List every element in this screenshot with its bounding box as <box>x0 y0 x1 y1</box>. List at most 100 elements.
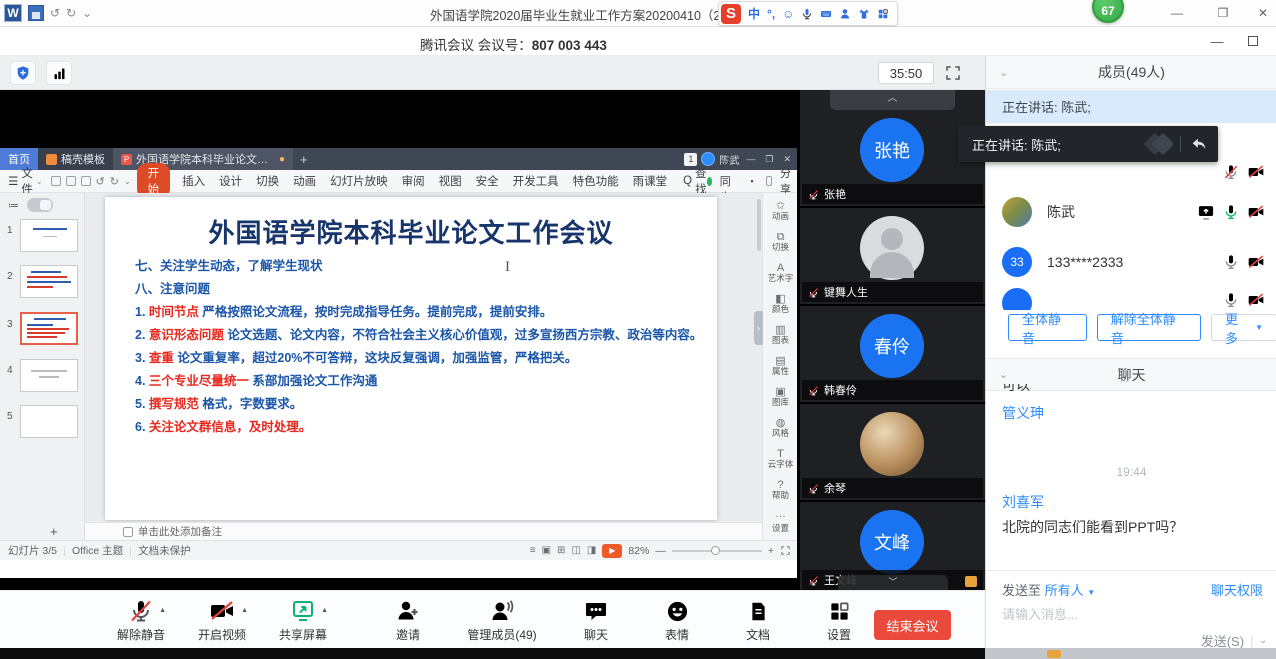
redo-icon[interactable]: ↻ <box>66 6 76 20</box>
outline-view-icon[interactable]: ≔ <box>8 199 19 212</box>
rail-style[interactable]: ◍风格 <box>763 418 798 438</box>
mic-off-icon[interactable] <box>1223 254 1239 270</box>
ribbon-tab-rain-classroom[interactable]: 雨课堂 <box>633 173 668 189</box>
voice-input-icon[interactable] <box>801 8 813 20</box>
mic-options-caret[interactable]: ▲ <box>159 607 166 614</box>
share-screen-button[interactable]: ▲ 共享屏幕 <box>274 598 332 643</box>
save-icon[interactable] <box>28 5 44 21</box>
strip-collapse-button[interactable]: ︿ <box>830 90 955 110</box>
settings-button[interactable]: 设置 <box>810 598 868 643</box>
fullscreen-button[interactable] <box>944 64 962 82</box>
column-view-icon[interactable]: ◫ <box>571 545 580 556</box>
zoom-level[interactable]: 82% <box>628 545 649 557</box>
slideshow-play-button[interactable]: ▶ <box>602 544 622 558</box>
rail-more[interactable]: … <box>763 509 798 519</box>
send-target-dropdown[interactable]: 所有人 ▼ <box>1045 583 1096 598</box>
rail-color[interactable]: ◧颜色 <box>763 294 798 314</box>
protection-status[interactable]: 文档未保护 <box>138 543 191 558</box>
more-button[interactable]: 更多▼ <box>1211 314 1276 341</box>
strip-expand-button[interactable]: ﹀ <box>838 575 948 590</box>
invite-button[interactable]: 邀请 <box>379 598 437 643</box>
ribbon-tab-view[interactable]: 视图 <box>439 173 462 189</box>
ribbon-tab-animation[interactable]: 动画 <box>293 173 316 189</box>
start-video-button[interactable]: ▲ 开启视频 <box>193 598 251 643</box>
mic-on-icon[interactable] <box>1223 204 1239 220</box>
zoom-slider[interactable] <box>672 550 762 552</box>
camera-off-icon[interactable] <box>1247 164 1265 180</box>
reading-view-icon[interactable]: ◨ <box>587 545 596 556</box>
normal-view-icon[interactable]: ▣ <box>542 545 551 556</box>
canvas-scrollbar[interactable] <box>757 199 761 251</box>
rail-gallery[interactable]: ▣图库 <box>763 387 798 407</box>
reply-arrow-icon[interactable] <box>1190 135 1208 153</box>
word-restore-button[interactable]: ❐ <box>1206 0 1240 26</box>
taskbar-alert-icon[interactable] <box>1047 650 1061 658</box>
slide-thumbnail-4[interactable] <box>20 359 78 392</box>
keyboard-icon[interactable] <box>820 8 832 20</box>
ribbon-tab-insert[interactable]: 插入 <box>182 173 205 189</box>
tab-count-badge[interactable]: 1 <box>684 153 697 166</box>
ribbon-tab-design[interactable]: 设计 <box>219 173 242 189</box>
chat-permission-link[interactable]: 聊天权限 <box>1211 580 1263 599</box>
rail-help[interactable]: ?帮助 <box>763 480 798 500</box>
ribbon-tab-transition[interactable]: 切换 <box>256 173 279 189</box>
rail-properties[interactable]: ▤属性 <box>763 356 798 376</box>
theme-label[interactable]: Office 主题 <box>72 543 123 558</box>
rail-cloud-font[interactable]: T云字体 <box>763 449 798 469</box>
camera-off-icon[interactable] <box>1247 254 1265 270</box>
zoom-slider-knob[interactable] <box>711 546 720 555</box>
chat-sender[interactable]: 管义珅 <box>1002 403 1044 423</box>
new-tab-button[interactable]: + <box>293 148 315 170</box>
emoji-picker-icon[interactable]: ☺ <box>782 7 794 21</box>
camera-off-icon[interactable] <box>1247 204 1265 220</box>
unmute-button[interactable]: ▲ 解除静音 <box>112 598 170 643</box>
video-tile[interactable]: 余琴 <box>800 406 985 502</box>
mic-muted-icon[interactable] <box>1223 164 1239 180</box>
chat-button[interactable]: 聊天 <box>567 598 625 643</box>
mic-off-icon[interactable] <box>1223 292 1239 308</box>
rail-wordart[interactable]: A艺术字 <box>763 263 798 283</box>
current-slide[interactable]: 外国语学院本科毕业论文工作会议 七、关注学生动态，了解学生现状 八、注意问题 1… <box>105 197 717 520</box>
collapse-members-icon[interactable]: ⌄ <box>999 66 1008 79</box>
end-meeting-button[interactable]: 结束会议 <box>874 610 951 640</box>
quick-toolbar[interactable]: ↺↻⌄ <box>51 175 137 188</box>
slide-thumbnail-3-selected[interactable] <box>20 312 78 345</box>
sorter-view-icon[interactable]: ⊞ <box>557 545 565 556</box>
slide-thumbnail-5[interactable] <box>20 405 78 438</box>
video-tile[interactable]: 春伶 韩春伶 <box>800 308 985 404</box>
video-options-caret[interactable]: ▲ <box>241 607 248 614</box>
rail-chart[interactable]: ▥图表 <box>763 325 798 345</box>
video-tile[interactable]: 键舞人生 <box>800 210 985 306</box>
member-row-133[interactable]: 33 133****2333 <box>986 240 1276 284</box>
slide-thumbnail-2[interactable] <box>20 265 78 298</box>
manage-members-button[interactable]: 管理成员(49) <box>460 598 544 643</box>
quick-access-chevron-icon[interactable]: ⌄ <box>82 6 92 20</box>
ribbon-tab-slideshow[interactable]: 幻灯片放映 <box>330 173 388 189</box>
rail-settings[interactable]: 设置 <box>763 523 798 533</box>
member-row-chenwu[interactable]: 陈武 <box>986 190 1276 234</box>
member-row-clipped[interactable] <box>986 284 1276 310</box>
camera-off-icon[interactable] <box>1247 292 1265 308</box>
security-shield-button[interactable] <box>10 61 36 85</box>
meeting-maximize-button[interactable] <box>1238 29 1268 53</box>
ribbon-tab-security[interactable]: 安全 <box>476 173 499 189</box>
docs-button[interactable]: 文档 <box>729 598 787 643</box>
notes-view-icon[interactable]: ≡ <box>530 545 536 556</box>
language-mode-icon[interactable]: 中 <box>748 5 760 22</box>
word-close-button[interactable]: ✕ <box>1246 0 1276 26</box>
fit-slide-icon[interactable] <box>780 545 791 556</box>
notes-placeholder[interactable]: 单击此处添加备注 <box>138 524 222 539</box>
sogou-logo-icon[interactable]: S <box>721 4 741 24</box>
ribbon-tab-developer[interactable]: 开发工具 <box>513 173 559 189</box>
sogou-input-toolbar[interactable]: S 中 °, ☺ <box>718 1 898 26</box>
sidebar-collapse-handle[interactable]: › <box>754 311 763 345</box>
emoji-button[interactable]: 表情 <box>648 598 706 643</box>
rail-transition[interactable]: ⧉切换 <box>763 232 798 252</box>
word-minimize-button[interactable]: — <box>1160 0 1194 26</box>
ribbon-tab-features[interactable]: 特色功能 <box>573 173 619 189</box>
notes-bar[interactable]: 单击此处添加备注 <box>85 522 762 540</box>
undo-icon[interactable]: ↺ <box>50 6 60 20</box>
skin-icon[interactable] <box>858 8 870 20</box>
chat-message-input[interactable]: 请输入消息... <box>1002 604 1078 623</box>
punctuation-mode-icon[interactable]: °, <box>767 7 775 21</box>
